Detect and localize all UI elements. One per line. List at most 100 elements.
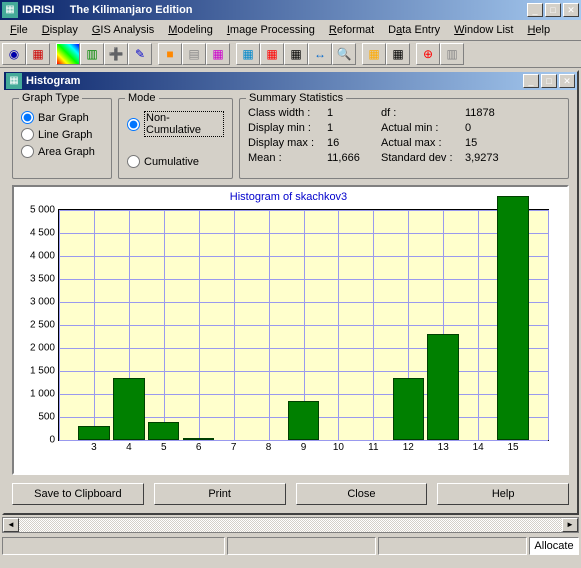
stat-dispmax-label: Display max : (248, 137, 323, 149)
statusbar: Allocate (0, 535, 581, 557)
menu-reformat[interactable]: Reformat (323, 22, 380, 38)
menu-help[interactable]: Help (521, 22, 556, 38)
menu-modeling[interactable]: Modeling (162, 22, 219, 38)
scroll-left-button[interactable]: ◄ (3, 518, 19, 532)
x-tick-label: 4 (126, 442, 132, 453)
tool-6[interactable]: ✎ (128, 43, 152, 65)
stat-df-value: 11878 (465, 107, 515, 119)
menu-image[interactable]: Image Processing (221, 22, 321, 38)
stat-classwidth-label: Class width : (248, 107, 323, 119)
x-tick-label: 11 (368, 442, 378, 453)
tool-15[interactable]: ▦ (362, 43, 386, 65)
child-close-button[interactable]: ✕ (559, 74, 575, 88)
histogram-bar (148, 422, 179, 440)
y-tick-label: 4 000 (30, 251, 55, 262)
stat-actmax-value: 15 (465, 137, 515, 149)
scroll-right-button[interactable]: ► (562, 518, 578, 532)
tool-1[interactable]: ◉ (2, 43, 26, 65)
main-titlebar: ▦ IDRISI The Kilimanjaro Edition _ □ ✕ (0, 0, 581, 20)
histogram-bar (288, 401, 319, 440)
menu-gis[interactable]: GIS Analysis (86, 22, 160, 38)
x-tick-label: 6 (196, 442, 202, 453)
stat-dispmin-label: Display min : (248, 122, 323, 134)
tool-17[interactable]: ⊕ (416, 43, 440, 65)
child-icon: ▦ (6, 73, 22, 89)
save-clipboard-button[interactable]: Save to Clipboard (12, 483, 144, 505)
x-tick-label: 8 (266, 442, 272, 453)
child-maximize-button[interactable]: □ (541, 74, 557, 88)
tool-5[interactable]: ➕ (104, 43, 128, 65)
histogram-bar (497, 196, 528, 440)
tool-9[interactable]: ▦ (206, 43, 230, 65)
menu-window[interactable]: Window List (448, 22, 519, 38)
radio-line-graph[interactable]: Line Graph (21, 128, 103, 141)
radio-line-label: Line Graph (38, 129, 92, 141)
tool-3[interactable] (56, 43, 80, 65)
horizontal-scrollbar[interactable]: ◄ ► (2, 517, 579, 533)
y-tick-label: 0 (49, 435, 55, 446)
x-tick-label: 14 (473, 442, 484, 453)
menu-data[interactable]: Data Entry (382, 22, 446, 38)
tool-18[interactable]: ▥ (440, 43, 464, 65)
radio-cum-label: Cumulative (144, 156, 199, 168)
chart-plot: 05001 0001 5002 0002 5003 0003 5004 0004… (58, 209, 559, 459)
menu-display[interactable]: Display (36, 22, 84, 38)
groupbox-graph-title: Graph Type (19, 92, 82, 104)
stat-actmax-label: Actual max : (381, 137, 461, 149)
y-tick-label: 1 500 (30, 366, 55, 377)
groupbox-graph-type: Graph Type Bar Graph Line Graph Area Gra… (12, 98, 112, 179)
status-allocate: Allocate (529, 537, 579, 555)
print-button[interactable]: Print (154, 483, 286, 505)
stat-std-label: Standard dev : (381, 152, 461, 164)
tool-10[interactable]: ▦ (236, 43, 260, 65)
tool-14[interactable]: 🔍 (332, 43, 356, 65)
histogram-bar (78, 426, 109, 440)
radio-cumulative[interactable]: Cumulative (127, 155, 224, 168)
child-title: Histogram (26, 75, 523, 87)
menu-file[interactable]: File (4, 22, 34, 38)
tool-16[interactable]: ▦ (386, 43, 410, 65)
tool-11[interactable]: ▦ (260, 43, 284, 65)
y-tick-label: 3 500 (30, 274, 55, 285)
toolbar: ◉ ▦ ▥ ➕ ✎ ■ ▤ ▦ ▦ ▦ ▦ ↔ 🔍 ▦ ▦ ⊕ ▥ (0, 41, 581, 68)
histogram-window: ▦ Histogram _ □ ✕ Graph Type Bar Graph L… (2, 70, 579, 515)
tool-2[interactable]: ▦ (26, 43, 50, 65)
x-tick-label: 13 (438, 442, 449, 453)
x-tick-label: 3 (91, 442, 97, 453)
radio-noncumulative[interactable]: Non-Cumulative (127, 111, 224, 137)
stat-actmin-label: Actual min : (381, 122, 461, 134)
radio-bar-graph[interactable]: Bar Graph (21, 111, 103, 124)
plot-background: 05001 0001 5002 0002 5003 0003 5004 0004… (58, 209, 549, 441)
chart-title: Histogram of skachkov3 (18, 191, 559, 203)
tool-7[interactable]: ■ (158, 43, 182, 65)
x-tick-label: 9 (301, 442, 307, 453)
menubar: File Display GIS Analysis Modeling Image… (0, 20, 581, 41)
histogram-bar (113, 378, 144, 440)
menu-file-rest: ile (17, 24, 28, 36)
tool-12[interactable]: ▦ (284, 43, 308, 65)
stat-df-label: df : (381, 107, 461, 119)
minimize-button[interactable]: _ (527, 3, 543, 17)
groupbox-mode-title: Mode (125, 92, 159, 104)
y-tick-label: 2 000 (30, 343, 55, 354)
tool-8[interactable]: ▤ (182, 43, 206, 65)
close-button[interactable]: ✕ (563, 3, 579, 17)
stat-dispmin-value: 1 (327, 122, 377, 134)
groupbox-mode: Mode Non-Cumulative Cumulative (118, 98, 233, 179)
scroll-track[interactable] (19, 518, 562, 532)
radio-area-graph[interactable]: Area Graph (21, 145, 103, 158)
stat-dispmax-value: 16 (327, 137, 377, 149)
stat-actmin-value: 0 (465, 122, 515, 134)
child-minimize-button[interactable]: _ (523, 74, 539, 88)
chart-area: Histogram of skachkov3 05001 0001 5002 0… (12, 185, 569, 475)
y-tick-label: 1 000 (30, 389, 55, 400)
histogram-bar (393, 378, 424, 440)
tool-4[interactable]: ▥ (80, 43, 104, 65)
x-tick-label: 15 (508, 442, 519, 453)
close-panel-button[interactable]: Close (296, 483, 428, 505)
tool-13[interactable]: ↔ (308, 43, 332, 65)
help-button[interactable]: Help (437, 483, 569, 505)
maximize-button[interactable]: □ (545, 3, 561, 17)
stat-std-value: 3,9273 (465, 152, 515, 164)
x-tick-label: 12 (403, 442, 414, 453)
